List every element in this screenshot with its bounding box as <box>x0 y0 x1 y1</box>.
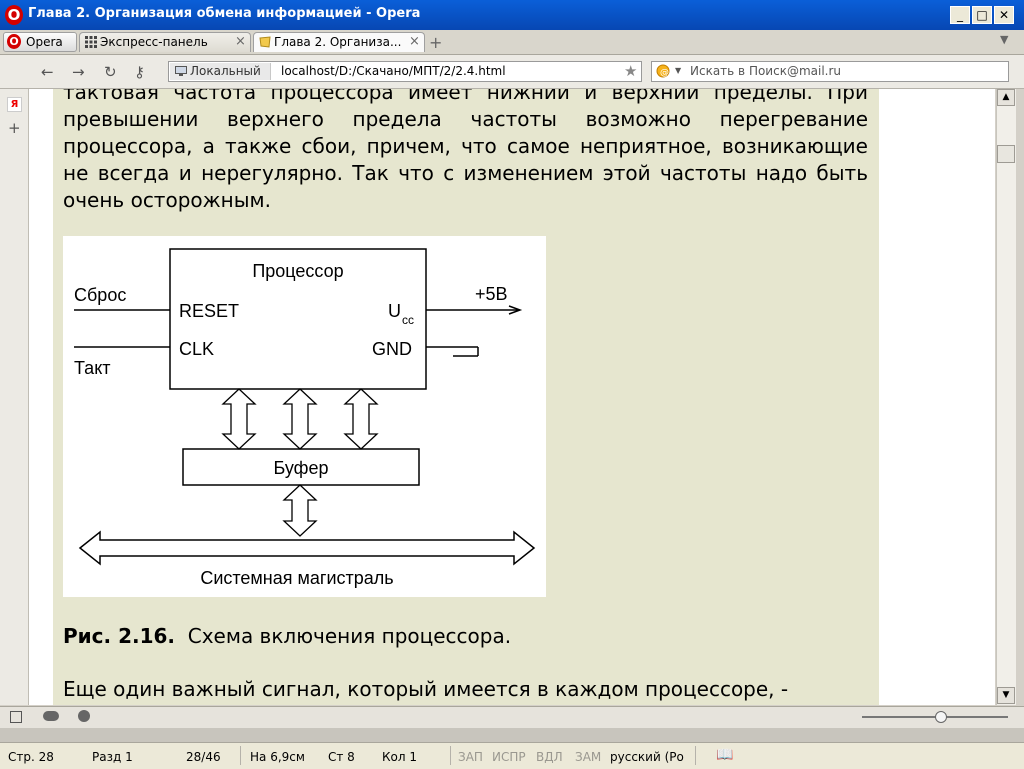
opera-menu-button[interactable]: O Opera <box>3 32 77 52</box>
yandex-icon[interactable]: Я <box>7 97 22 112</box>
ucc-pin-label: U <box>388 301 401 321</box>
status-page: Стр. 28 <box>8 750 54 764</box>
tab-list-icon[interactable]: ▼ <box>1000 33 1008 46</box>
url-text[interactable]: localhost/D:/Скачано/МПТ/2/2.4.html <box>281 64 506 78</box>
search-engine-icon[interactable]: @ <box>656 64 672 79</box>
paragraph: Еще один важный сигнал, который имеется … <box>63 677 789 701</box>
forward-icon[interactable]: → <box>72 63 85 81</box>
vertical-scrollbar[interactable]: ▲ ▼ <box>996 89 1016 705</box>
ucc-pin-subscript: cc <box>402 313 414 327</box>
reload-icon[interactable]: ↻ <box>104 63 117 81</box>
tab-label: Глава 2. Организа... <box>274 35 402 49</box>
buffer-label: Буфер <box>273 458 328 478</box>
double-arrow-4 <box>282 484 318 537</box>
status-section: Разд 1 <box>92 750 133 764</box>
opera-icon: O <box>7 34 21 49</box>
scroll-down-button[interactable]: ▼ <box>997 687 1015 704</box>
cpu-title: Процессор <box>252 261 343 281</box>
article: тактовая частота процессора имеет нижний… <box>53 89 879 705</box>
cloud-icon[interactable] <box>43 711 59 721</box>
local-badge[interactable]: Локальный <box>170 63 271 80</box>
add-panel-icon[interactable]: + <box>8 119 21 137</box>
maximize-button[interactable]: □ <box>972 6 992 24</box>
opera-menu-label: Opera <box>26 35 63 49</box>
status-separator <box>695 746 696 765</box>
power-label: +5В <box>475 284 508 304</box>
key-icon[interactable]: ⚷ <box>134 63 145 81</box>
figure-diagram: Процессор RESET CLK U cc GND Сброс Такт … <box>63 236 546 597</box>
speed-icon[interactable] <box>78 710 90 722</box>
reset-input-label: Сброс <box>74 285 126 305</box>
double-arrow-1 <box>221 388 257 450</box>
status-line: Ст 8 <box>328 750 355 764</box>
figure-caption: Рис. 2.16. Схема включения процессора. <box>63 624 511 648</box>
system-bus-arrow <box>78 530 536 566</box>
system-bus-label: Системная магистраль <box>200 568 393 588</box>
local-badge-label: Локальный <box>190 64 261 78</box>
zoom-slider-thumb[interactable] <box>935 711 947 723</box>
status-rec[interactable]: ЗАП <box>458 750 483 764</box>
paragraph: тактовая частота процессора имеет нижний… <box>63 89 868 212</box>
tab-bar: O Opera Экспресс-панель × Глава 2. Орган… <box>0 30 1024 55</box>
status-ovr[interactable]: ЗАМ <box>575 750 601 764</box>
clk-pin-label: CLK <box>179 339 214 359</box>
close-tab-icon[interactable]: × <box>409 34 420 49</box>
status-pages: 28/46 <box>186 750 221 764</box>
scroll-thumb[interactable] <box>997 145 1015 163</box>
caption-text: Схема включения процессора. <box>187 624 512 648</box>
status-position: На 6,9см <box>250 750 305 764</box>
bookmark-star-icon[interactable]: ★ <box>624 62 637 80</box>
tab-label: Экспресс-панель <box>100 35 208 49</box>
page-icon <box>259 36 271 48</box>
close-tab-icon[interactable]: × <box>235 34 246 49</box>
spelling-book-icon[interactable]: 📖 <box>716 747 733 763</box>
grid-icon <box>85 36 97 48</box>
page-viewport: тактовая частота процессора имеет нижний… <box>29 89 995 705</box>
monitor-icon <box>175 66 187 76</box>
gnd-pin-label: GND <box>372 339 412 359</box>
search-input[interactable]: @ ▼ Искать в Поиск@mail.ru <box>651 61 1009 82</box>
status-separator <box>240 746 241 765</box>
double-arrow-3 <box>343 388 379 450</box>
tab-express-panel[interactable]: Экспресс-панель × <box>79 32 251 52</box>
window-title: Глава 2. Организация обмена информацией … <box>28 6 421 21</box>
status-language: русский (Ро <box>610 750 684 764</box>
chevron-down-icon[interactable]: ▼ <box>675 66 681 75</box>
search-placeholder: Искать в Поиск@mail.ru <box>690 64 842 78</box>
panel-toggle-icon[interactable] <box>10 711 22 723</box>
double-arrow-2 <box>282 388 318 450</box>
back-icon[interactable]: ← <box>41 63 54 81</box>
clk-input-label: Такт <box>74 358 111 378</box>
new-tab-icon[interactable]: + <box>429 33 442 52</box>
address-bar[interactable]: Локальный localhost/D:/Скачано/МПТ/2/2.4… <box>168 61 642 82</box>
tab-chapter-2[interactable]: Глава 2. Организа... × <box>253 32 425 52</box>
minimize-button[interactable]: _ <box>950 6 970 24</box>
word-status-bar: Стр. 28 Разд 1 28/46 На 6,9см Ст 8 Кол 1… <box>0 742 1024 769</box>
opera-logo-icon: O <box>5 5 23 25</box>
caption-label: Рис. 2.16. <box>63 624 176 648</box>
status-ext[interactable]: ВДЛ <box>536 750 563 764</box>
scroll-up-button[interactable]: ▲ <box>997 89 1015 106</box>
status-column: Кол 1 <box>382 750 417 764</box>
reset-pin-label: RESET <box>179 301 239 321</box>
status-separator <box>450 746 451 765</box>
status-trk[interactable]: ИСПР <box>492 750 526 764</box>
svg-text:@: @ <box>660 68 669 78</box>
side-panel: Я + <box>0 89 29 705</box>
taskbar-fragment <box>0 728 1024 742</box>
close-button[interactable]: ✕ <box>994 6 1014 24</box>
processor-diagram: Процессор RESET CLK U cc GND Сброс Такт … <box>74 248 536 588</box>
